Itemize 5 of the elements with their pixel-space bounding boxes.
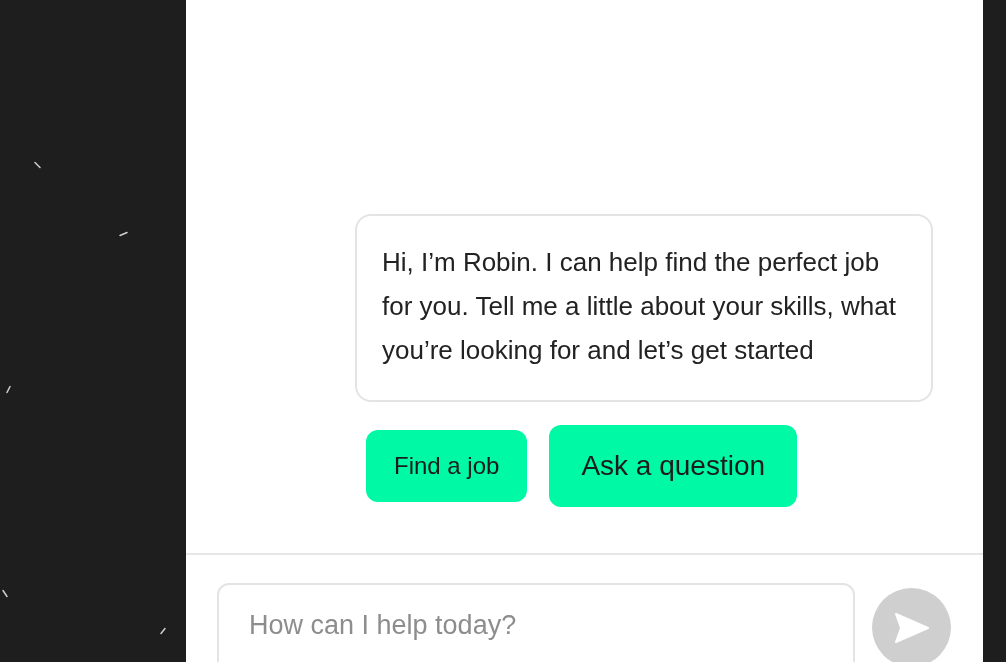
message-bubble: Hi, I’m Robin. I can help find the perfect job for you. Tell me a little about your skills, what you’re looking for and let’s get started — [355, 214, 933, 402]
quick-reply-button[interactable]: Find a job — [366, 430, 528, 502]
message-input-field[interactable]: How can I help today? — [217, 583, 855, 662]
quick-reply-button[interactable]: Ask a question — [549, 425, 798, 507]
send-icon — [893, 611, 930, 644]
